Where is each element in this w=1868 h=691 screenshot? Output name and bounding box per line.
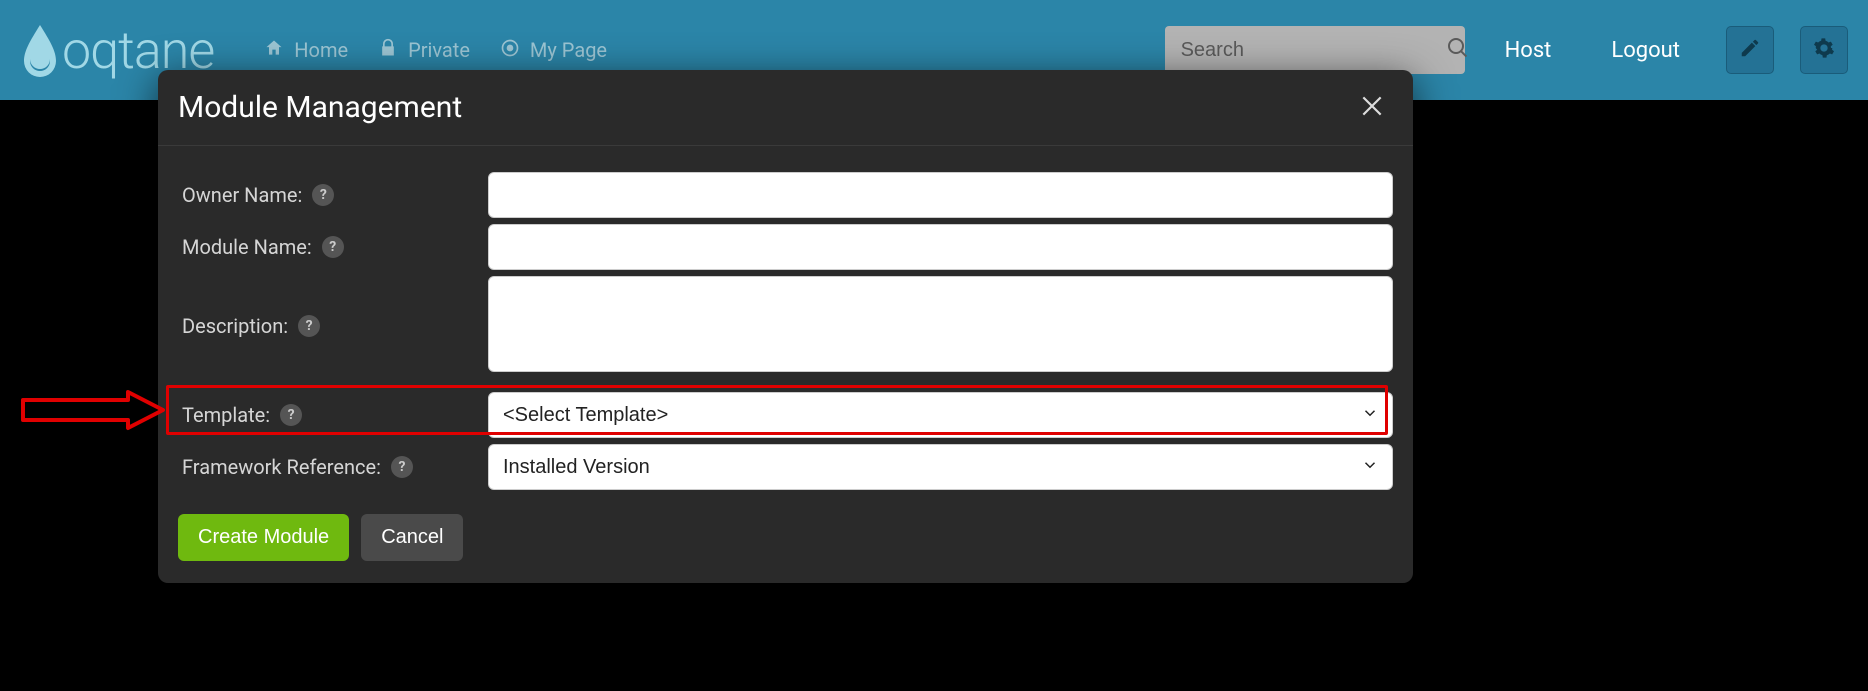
owner-input[interactable] xyxy=(488,172,1393,218)
settings-button[interactable] xyxy=(1800,26,1848,74)
description-row: Description: ? xyxy=(178,276,1393,376)
help-icon[interactable]: ? xyxy=(312,184,334,206)
nav-mypage-label: My Page xyxy=(530,38,607,62)
nav-private-label: Private xyxy=(408,38,470,62)
home-icon xyxy=(264,38,284,63)
search-icon[interactable] xyxy=(1446,36,1470,64)
nav-home[interactable]: Home xyxy=(264,38,348,63)
nav-private[interactable]: Private xyxy=(378,38,470,63)
gear-icon xyxy=(1813,37,1835,63)
module-row: Module Name: ? xyxy=(178,224,1393,270)
close-icon xyxy=(1359,104,1385,123)
framework-row: Framework Reference: ? Installed Version xyxy=(178,444,1393,490)
search-box[interactable] xyxy=(1165,26,1465,74)
lock-icon xyxy=(378,38,398,63)
close-button[interactable] xyxy=(1359,93,1385,123)
drop-icon xyxy=(20,23,60,77)
cancel-button[interactable]: Cancel xyxy=(361,514,463,561)
main-nav: Home Private My Page xyxy=(264,38,607,63)
owner-row: Owner Name: ? xyxy=(178,172,1393,218)
target-icon xyxy=(500,38,520,63)
host-link[interactable]: Host xyxy=(1505,38,1552,63)
modal-body: Owner Name: ? Module Name: ? Description… xyxy=(158,146,1413,504)
help-icon[interactable]: ? xyxy=(391,456,413,478)
nav-home-label: Home xyxy=(294,38,348,62)
annotation-arrow xyxy=(18,388,168,436)
modal-footer: Create Module Cancel xyxy=(158,504,1413,561)
framework-label: Framework Reference: xyxy=(182,455,381,479)
owner-label: Owner Name: xyxy=(182,183,302,207)
help-icon[interactable]: ? xyxy=(298,315,320,337)
template-label: Template: xyxy=(182,403,270,427)
module-input[interactable] xyxy=(488,224,1393,270)
template-select[interactable]: <Select Template> xyxy=(488,392,1393,438)
edit-button[interactable] xyxy=(1726,26,1774,74)
description-input[interactable] xyxy=(488,276,1393,372)
search-input[interactable] xyxy=(1181,39,1446,62)
create-module-button[interactable]: Create Module xyxy=(178,514,349,561)
template-row: Template: ? <Select Template> xyxy=(178,392,1393,438)
nav-mypage[interactable]: My Page xyxy=(500,38,607,63)
help-icon[interactable]: ? xyxy=(280,404,302,426)
module-management-modal: Module Management Owner Name: ? Module N… xyxy=(158,70,1413,583)
framework-select[interactable]: Installed Version xyxy=(488,444,1393,490)
modal-title: Module Management xyxy=(178,90,462,125)
module-label: Module Name: xyxy=(182,235,312,259)
logout-link[interactable]: Logout xyxy=(1611,38,1680,63)
modal-header: Module Management xyxy=(158,70,1413,146)
pencil-icon xyxy=(1739,37,1761,63)
help-icon[interactable]: ? xyxy=(322,236,344,258)
description-label: Description: xyxy=(182,314,288,338)
